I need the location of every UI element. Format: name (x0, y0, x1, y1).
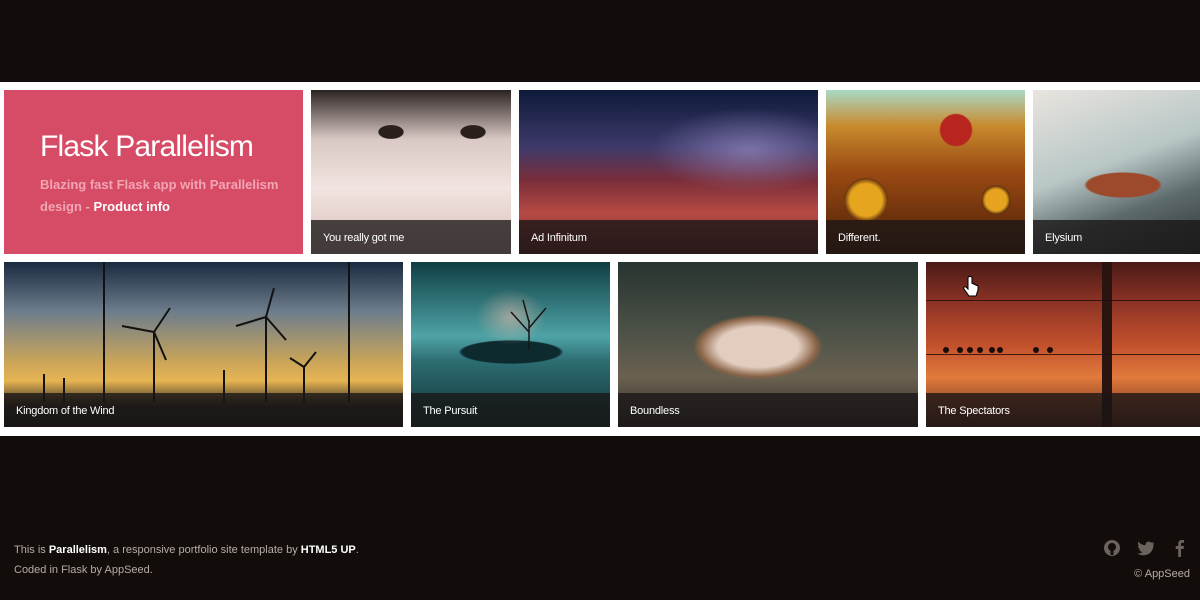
intro-panel: Flask Parallelism Blazing fast Flask app… (4, 90, 303, 254)
tile-caption: Boundless (618, 393, 918, 427)
hand-cursor-icon (963, 276, 979, 297)
tile-ad-infinitum[interactable]: Ad Infinitum (519, 90, 818, 254)
tile-the-pursuit[interactable]: The Pursuit (411, 262, 610, 427)
copyright-text: © AppSeed (1134, 568, 1190, 580)
footer-prefix: This is (14, 544, 49, 556)
footer-end: . (355, 544, 359, 556)
tile-caption: The Spectators (926, 393, 1200, 427)
footer-author-link[interactable]: HTML5 UP (301, 544, 356, 556)
footer-mid: , a responsive portfolio site template b… (106, 544, 301, 556)
tile-you-really-got-me[interactable]: You really got me (311, 90, 511, 254)
social-links (1102, 538, 1190, 558)
tile-caption: Different. (826, 220, 1025, 254)
footer-line-2: Coded in Flask by AppSeed. (14, 564, 153, 576)
tile-caption: Elysium (1033, 220, 1200, 254)
tile-different[interactable]: Different. (826, 90, 1025, 254)
site-title: Flask Parallelism (40, 130, 254, 163)
tile-kingdom-of-the-wind[interactable]: Kingdom of the Wind (4, 262, 403, 427)
product-info-link[interactable]: Product info (93, 199, 170, 214)
github-icon[interactable] (1102, 538, 1122, 558)
site-subtitle: Blazing fast Flask app with Parallelism … (40, 174, 280, 218)
tile-boundless[interactable]: Boundless (618, 262, 918, 427)
facebook-icon[interactable] (1170, 538, 1190, 558)
tile-caption: You really got me (311, 220, 511, 254)
tile-caption: Ad Infinitum (519, 220, 818, 254)
tile-elysium[interactable]: Elysium (1033, 90, 1200, 254)
footer-credits: This is Parallelism, a responsive portfo… (14, 540, 359, 580)
footer-line-1: This is Parallelism, a responsive portfo… (14, 540, 359, 560)
footer-brand-link[interactable]: Parallelism (49, 544, 107, 556)
twitter-icon[interactable] (1136, 538, 1156, 558)
tile-caption: Kingdom of the Wind (4, 393, 403, 427)
tile-caption: The Pursuit (411, 393, 610, 427)
